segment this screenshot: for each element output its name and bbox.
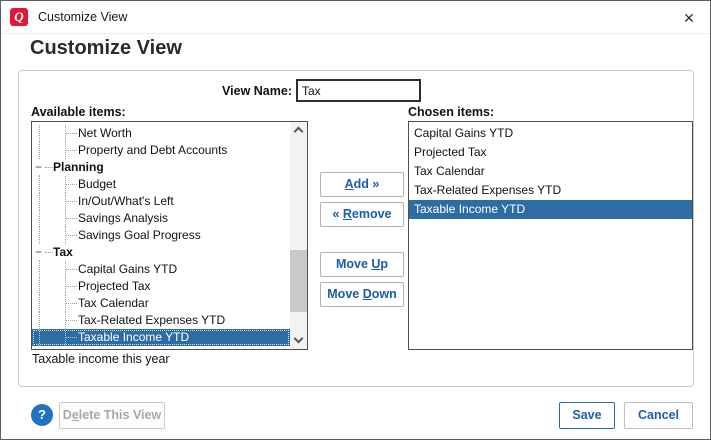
scroll-up-icon[interactable]	[290, 122, 307, 139]
tree-item[interactable]: In/Out/What's Left	[32, 193, 290, 210]
tree-item[interactable]: Property and Debt Accounts	[32, 142, 290, 159]
available-tree: Net WorthProperty and Debt Accounts−Plan…	[32, 122, 290, 349]
tree-item-label: Taxable Income YTD	[78, 330, 189, 344]
collapse-icon[interactable]: −	[34, 159, 43, 175]
add-button[interactable]: Add »	[320, 172, 404, 197]
quicken-logo-icon: Q	[10, 8, 28, 26]
tree-item[interactable]: Savings Goal Progress	[32, 227, 290, 244]
tree-item-label: Property and Debt Accounts	[78, 143, 227, 157]
view-name-label: View Name:	[99, 84, 292, 98]
title-bar: Q Customize View ✕	[1, 1, 710, 34]
window-title: Customize View	[38, 10, 127, 24]
delete-view-button[interactable]: Delete This View	[59, 402, 165, 429]
tree-item-label: Savings Analysis	[78, 211, 168, 225]
tree-item[interactable]: Tax-Related Expenses YTD	[32, 312, 290, 329]
tree-item-label: Projected Tax	[78, 279, 151, 293]
tree-item-label: Budget	[78, 177, 116, 191]
list-item[interactable]: Tax-Related Expenses YTD	[409, 181, 692, 200]
customize-view-dialog: Q Customize View ✕ Customize View View N…	[0, 0, 711, 440]
cancel-button[interactable]: Cancel	[624, 402, 693, 429]
remove-button[interactable]: « Remove	[320, 202, 404, 227]
tree-item[interactable]: Taxable Income YTD	[32, 329, 290, 346]
close-icon[interactable]: ✕	[676, 5, 702, 31]
move-up-button[interactable]: Move Up	[320, 252, 404, 277]
tree-item-label: Net Worth	[78, 126, 132, 140]
available-items-label: Available items:	[31, 105, 126, 119]
list-item[interactable]: Tax Calendar	[409, 162, 692, 181]
tree-item-label: Planning	[53, 160, 104, 174]
list-item[interactable]: Projected Tax	[409, 143, 692, 162]
tree-item-label: Tax Calendar	[78, 296, 149, 310]
scroll-down-icon[interactable]	[290, 332, 307, 349]
item-description: Taxable income this year	[32, 352, 170, 366]
tree-item[interactable]: −Planning	[32, 159, 290, 176]
main-panel: View Name: Available items: Net Worth Pro…	[18, 70, 694, 387]
available-items-listbox[interactable]: Net WorthProperty and Debt Accounts−Plan…	[31, 121, 308, 350]
tree-item-label: Savings Goal Progress	[78, 228, 201, 242]
move-down-button[interactable]: Move Down	[320, 282, 404, 307]
chosen-list: Capital Gains YTDProjected TaxTax Calend…	[409, 122, 692, 349]
tree-item[interactable]: Net Worth	[32, 125, 290, 142]
tree-item-label: Tax-Related Expenses YTD	[78, 313, 225, 327]
view-name-input[interactable]	[296, 79, 421, 102]
help-button[interactable]: ?	[31, 404, 53, 426]
collapse-icon[interactable]: −	[34, 244, 43, 260]
tree-item-label: In/Out/What's Left	[78, 194, 174, 208]
tree-item-label: Capital Gains YTD	[78, 262, 177, 276]
tree-item[interactable]: Capital Gains YTD	[32, 261, 290, 278]
save-button[interactable]: Save	[559, 402, 615, 429]
page-title: Customize View	[30, 37, 182, 60]
scrollbar-thumb[interactable]	[290, 250, 307, 312]
chosen-items-listbox[interactable]: Capital Gains YTDProjected TaxTax Calend…	[408, 121, 693, 350]
tree-item[interactable]: Savings Analysis	[32, 210, 290, 227]
tree-item-label: Tax	[53, 245, 73, 259]
tree-item[interactable]: Projected Tax	[32, 278, 290, 295]
list-item[interactable]: Taxable Income YTD	[409, 200, 692, 219]
available-scrollbar[interactable]	[290, 122, 307, 349]
list-item[interactable]: Capital Gains YTD	[409, 124, 692, 143]
tree-item[interactable]: Tax Calendar	[32, 295, 290, 312]
chosen-items-label: Chosen items:	[408, 105, 494, 119]
tree-item[interactable]: Budget	[32, 176, 290, 193]
tree-item[interactable]: −Tax	[32, 244, 290, 261]
